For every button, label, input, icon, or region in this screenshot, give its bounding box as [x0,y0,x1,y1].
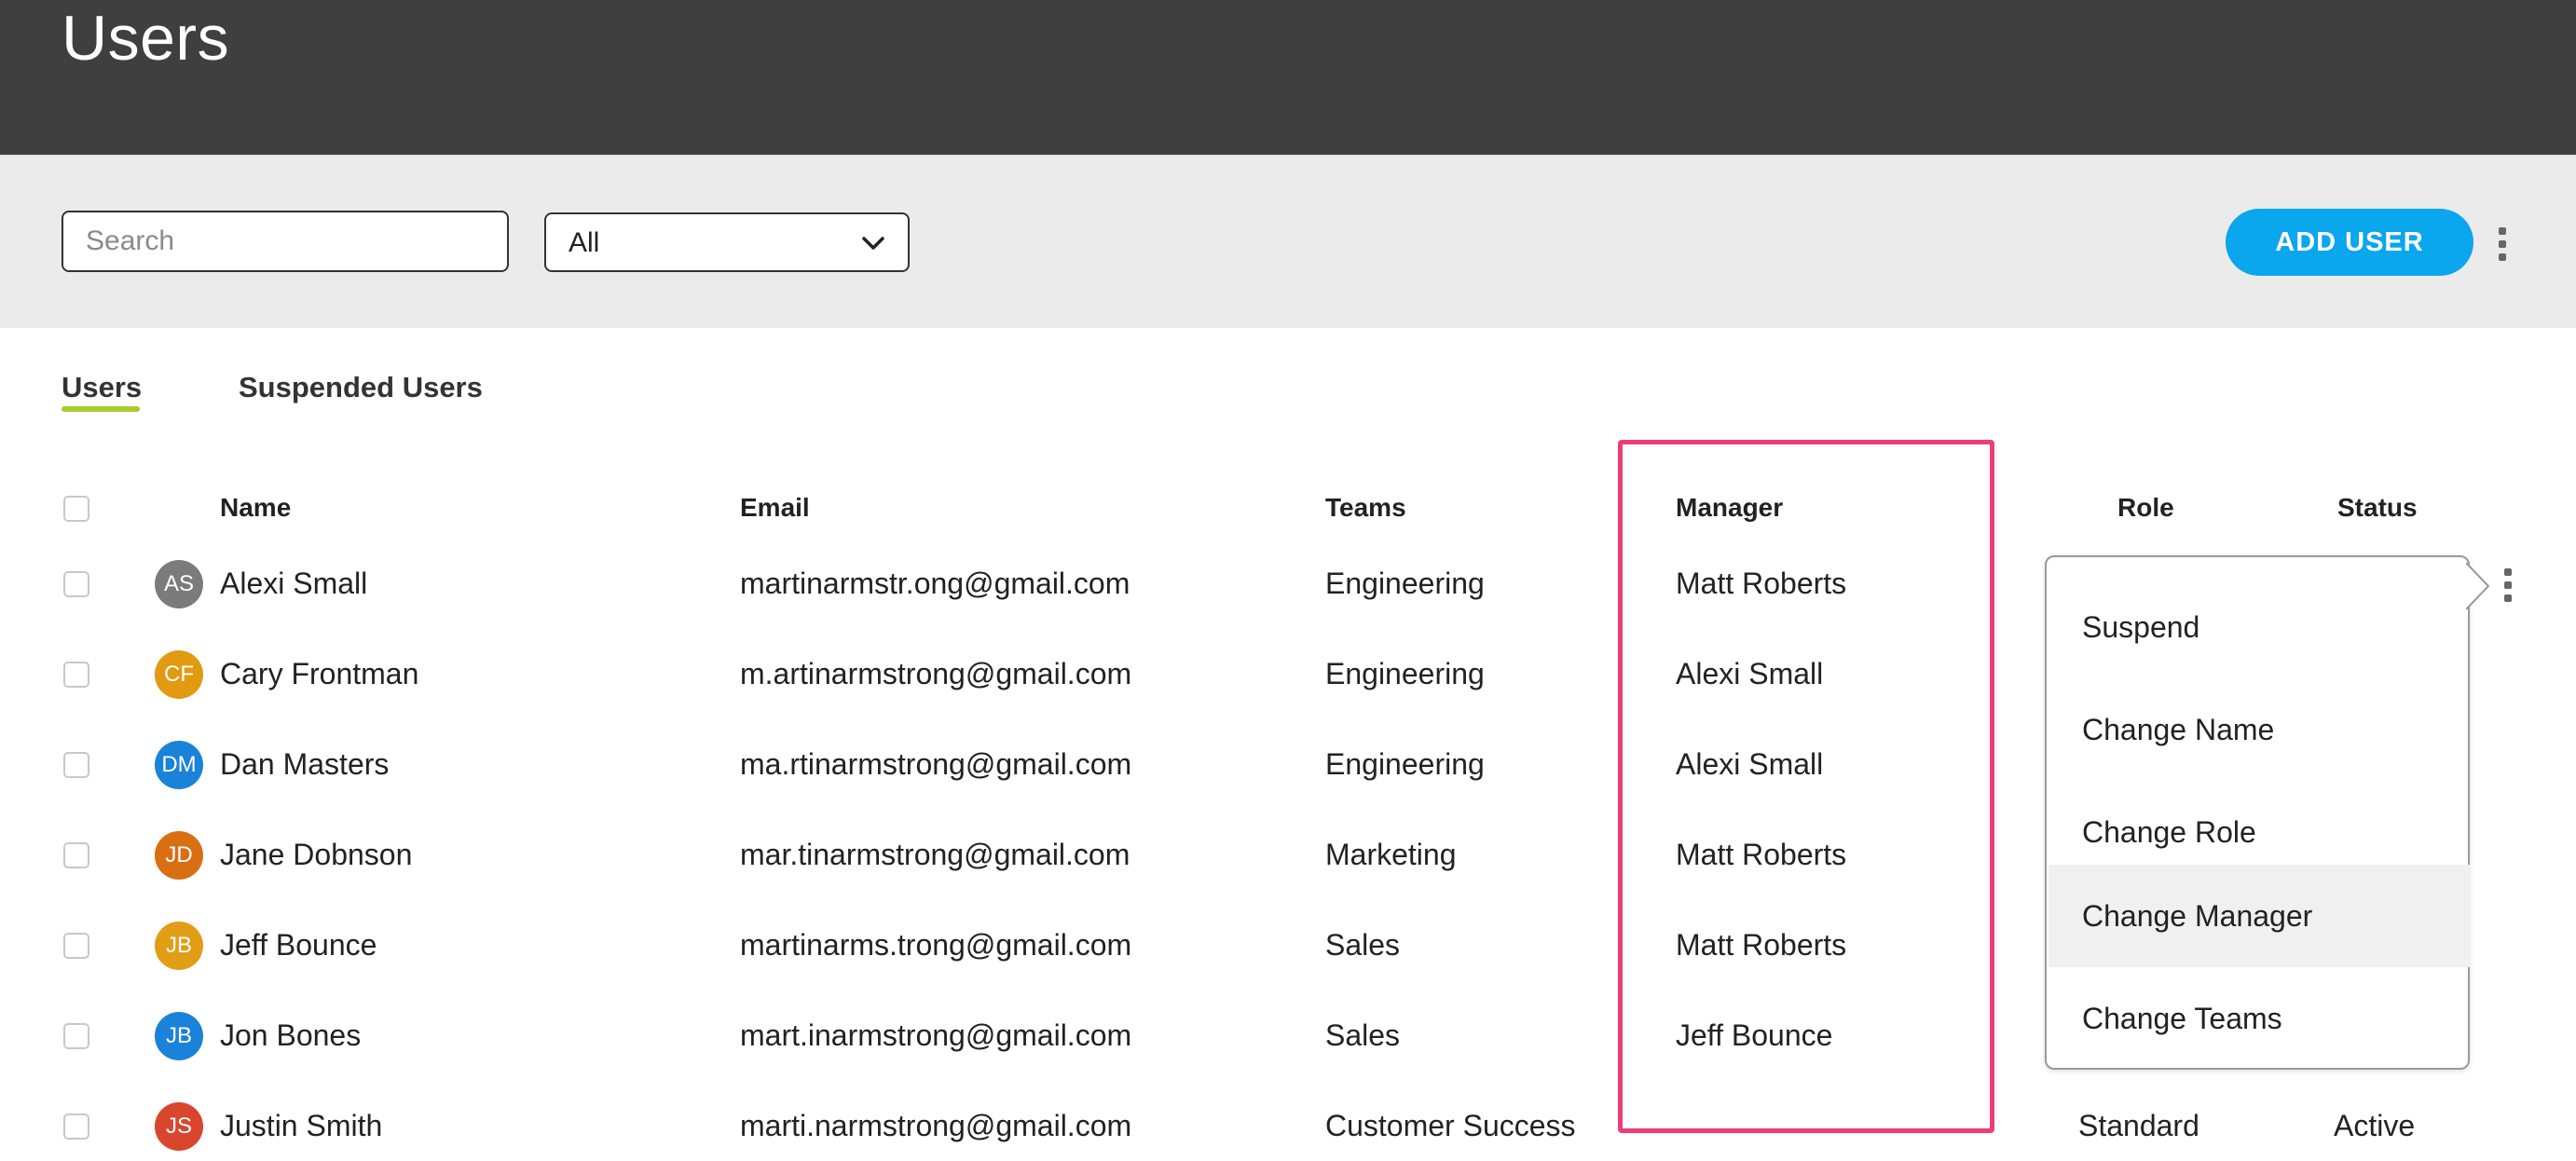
app-header: Users [0,0,2576,155]
user-email: martinarms.trong@gmail.com [740,928,1132,962]
row-checkbox[interactable] [63,662,89,688]
user-email: martinarmstr.ong@gmail.com [740,567,1130,600]
user-team: Engineering [1325,657,1485,690]
search-input[interactable] [62,211,509,272]
menu-pointer-arrow [2466,562,2490,610]
avatar: JS [155,1102,203,1151]
row-checkbox[interactable] [63,571,89,597]
user-email: ma.rtinarmstrong@gmail.com [740,747,1132,781]
row-checkbox[interactable] [63,933,89,959]
chevron-down-icon [862,237,884,250]
column-header-status[interactable]: Status [2337,493,2418,523]
user-status: Active [2334,1109,2416,1142]
menu-item-change-name[interactable]: Change Name [2048,678,2470,781]
avatar: CF [155,650,203,699]
avatar: AS [155,560,203,608]
user-email: mart.inarmstrong@gmail.com [740,1018,1132,1052]
avatar: DM [155,741,203,789]
add-user-button[interactable]: ADD USER [2226,209,2473,276]
row-checkbox[interactable] [63,1113,89,1140]
column-header-name[interactable]: Name [220,493,291,523]
user-name[interactable]: Jeff Bounce [220,928,377,963]
user-name[interactable]: Dan Masters [220,747,389,782]
user-name[interactable]: Jane Dobnson [220,838,412,872]
user-team: Engineering [1325,747,1485,781]
more-vertical-icon[interactable] [2498,567,2518,604]
row-checkbox[interactable] [63,1023,89,1049]
user-team: Sales [1325,1018,1401,1052]
user-role: Standard [2078,1109,2199,1142]
user-email: marti.narmstrong@gmail.com [740,1109,1132,1142]
active-tab-indicator [62,406,140,412]
filter-select-value: All [569,227,600,258]
row-context-menu: Suspend Change Name Change Role Change M… [2045,555,2470,1070]
menu-item-suspend[interactable]: Suspend [2048,576,2470,678]
user-team: Customer Success [1325,1109,1576,1142]
user-name[interactable]: Alexi Small [220,567,367,601]
user-team: Sales [1325,928,1401,962]
tab-users[interactable]: Users [62,371,142,404]
avatar: JB [155,922,203,970]
filter-select[interactable]: All [544,212,910,272]
select-all-checkbox[interactable] [63,496,89,522]
menu-item-change-teams[interactable]: Change Teams [2048,967,2470,1070]
column-header-email[interactable]: Email [740,493,810,523]
user-name[interactable]: Jon Bones [220,1018,361,1053]
avatar: JB [155,1012,203,1060]
tab-suspended-users[interactable]: Suspended Users [239,371,483,404]
user-team: Marketing [1325,838,1457,871]
user-name[interactable]: Justin Smith [220,1109,382,1143]
user-name[interactable]: Cary Frontman [220,657,418,691]
column-header-teams[interactable]: Teams [1325,493,1406,523]
menu-item-change-manager[interactable]: Change Manager [2048,865,2470,967]
user-email: mar.tinarmstrong@gmail.com [740,838,1130,871]
more-vertical-icon[interactable] [2492,225,2513,263]
row-checkbox[interactable] [63,752,89,778]
user-team: Engineering [1325,567,1485,600]
page-title: Users [62,3,230,74]
user-email: m.artinarmstrong@gmail.com [740,657,1132,690]
manager-column-highlight [1618,440,1994,1133]
column-header-role[interactable]: Role [2117,493,2174,523]
row-checkbox[interactable] [63,842,89,868]
avatar: JD [155,831,203,880]
